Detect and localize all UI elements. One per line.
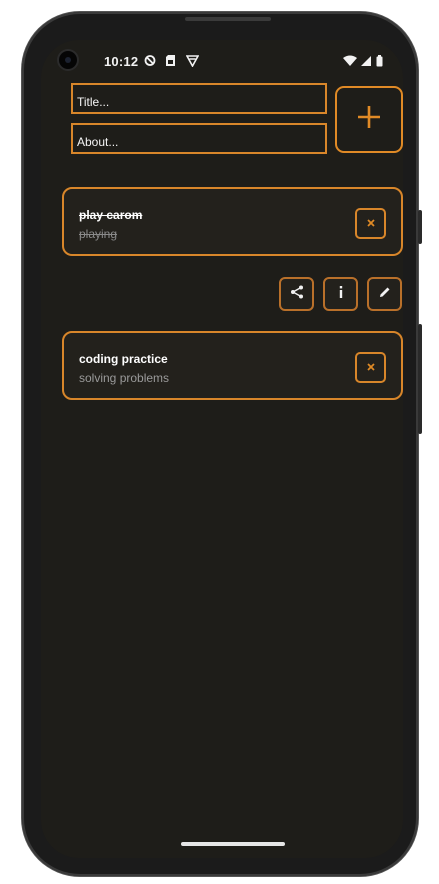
power-button	[418, 210, 422, 244]
status-icons-right	[343, 54, 383, 72]
add-task-button[interactable]	[335, 86, 403, 153]
share-button[interactable]	[279, 277, 314, 311]
title-input[interactable]	[71, 83, 327, 114]
earpiece-speaker	[185, 17, 271, 21]
delete-task-button[interactable]	[355, 352, 386, 383]
task-card[interactable]: coding practice solving problems	[62, 331, 403, 400]
home-indicator[interactable]	[181, 842, 285, 846]
status-time: 10:12	[104, 54, 139, 69]
app-screen: 10:12 play carom playing	[41, 40, 403, 858]
status-icons-left	[144, 54, 200, 68]
task-subtitle: playing	[79, 227, 118, 241]
info-button[interactable]	[323, 277, 358, 311]
vpn-icon	[185, 54, 200, 68]
edit-button[interactable]	[367, 277, 402, 311]
plus-icon	[356, 104, 382, 135]
wifi-icon	[343, 54, 357, 72]
no-disturb-icon	[144, 54, 156, 67]
front-camera	[59, 51, 77, 69]
task-card[interactable]: play carom playing	[62, 187, 403, 256]
info-icon	[338, 285, 344, 304]
close-icon	[366, 359, 376, 377]
share-icon	[290, 285, 304, 304]
about-input[interactable]	[71, 123, 327, 154]
signal-icon	[361, 54, 372, 72]
delete-task-button[interactable]	[355, 208, 386, 239]
edit-icon	[379, 285, 391, 303]
task-title: play carom	[79, 208, 143, 222]
battery-icon	[376, 54, 383, 72]
task-title: coding practice	[79, 352, 168, 366]
task-subtitle: solving problems	[79, 371, 170, 385]
close-icon	[366, 215, 376, 233]
volume-button	[418, 324, 422, 434]
sim-card-icon	[165, 54, 177, 67]
